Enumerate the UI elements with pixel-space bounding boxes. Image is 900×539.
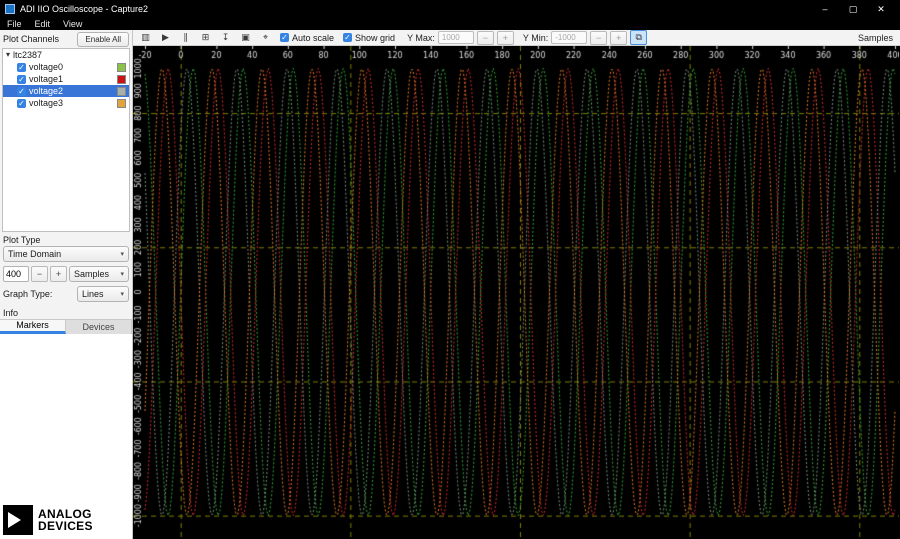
close-button[interactable]: ✕ [867, 4, 895, 15]
tab-devices[interactable]: Devices [66, 320, 132, 334]
checkbox-checked-icon[interactable]: ✓ [17, 62, 26, 72]
detach-plot-icon: ⧉ [635, 32, 642, 42]
pan-button[interactable]: ⌖ [257, 30, 274, 45]
y-min-increment-button[interactable]: + [610, 30, 628, 45]
y-max-label: Y Max: [407, 32, 435, 43]
fullscreen-button[interactable]: ▣ [237, 30, 254, 45]
menu-bar: File Edit View [0, 18, 900, 30]
info-label: Info [3, 308, 19, 318]
graph-type-label: Graph Type: [3, 289, 53, 299]
new-plot-icon: ⊞ [201, 32, 210, 42]
fullscreen-icon: ▣ [241, 32, 250, 42]
channel-row-voltage1[interactable]: ✓ voltage1 [3, 73, 129, 85]
auto-scale-label: Auto scale [292, 32, 335, 43]
app-icon [5, 4, 15, 14]
sample-count-row: − + Samples ▾ [3, 266, 129, 282]
channel-row-voltage3[interactable]: ✓ voltage3 [3, 97, 129, 109]
enable-all-button[interactable]: Enable All [77, 31, 129, 47]
samples-label: Samples [857, 32, 893, 43]
channel-label: voltage3 [29, 98, 64, 108]
plot-type-dropdown[interactable]: Time Domain ▾ [3, 246, 129, 262]
waveform-canvas[interactable] [133, 46, 899, 538]
new-plot-button[interactable]: ⊞ [197, 30, 214, 45]
y-min-label: Y Min: [522, 32, 549, 43]
channel-label: voltage1 [29, 74, 64, 84]
chevron-down-icon: ▾ [120, 291, 124, 298]
plot-type-value: Time Domain [8, 249, 62, 259]
logo-text-devices: DEVICES [38, 519, 93, 533]
channel-color-swatch-voltage2[interactable] [117, 86, 126, 96]
window-controls: – ▢ ✕ [811, 4, 895, 15]
maximize-button[interactable]: ▢ [839, 4, 867, 15]
show-grid-checkbox-group: ✓ Show grid [343, 33, 395, 43]
play-icon: ▶ [162, 32, 169, 42]
menu-view[interactable]: View [63, 19, 82, 29]
sample-count-input[interactable] [3, 266, 29, 282]
auto-scale-checkbox-group: ✓ Auto scale [280, 33, 334, 43]
title-bar: ADI IIO Oscilloscope - Capture2 – ▢ ✕ [0, 0, 900, 18]
show-grid-label: Show grid [355, 32, 396, 43]
detach-plot-button[interactable]: ⧉ [630, 30, 648, 45]
y-max-input[interactable] [437, 31, 474, 44]
adi-logo: ANALOG DEVICES [0, 501, 132, 539]
pause-button[interactable]: ∥ [177, 30, 194, 45]
plot-type-label: Plot Type [3, 235, 41, 245]
capture-button[interactable]: ▥ [137, 30, 154, 45]
checkbox-checked-icon[interactable]: ✓ [17, 98, 26, 108]
save-button[interactable]: ↧ [217, 30, 234, 45]
sample-increment-button[interactable]: + [50, 266, 67, 282]
window-title: ADI IIO Oscilloscope - Capture2 [20, 4, 149, 14]
menu-edit[interactable]: Edit [35, 19, 51, 29]
tab-markers[interactable]: Markers [0, 320, 66, 334]
info-tabs: Markers Devices [0, 319, 132, 334]
channel-color-swatch-voltage0[interactable] [117, 62, 126, 72]
graph-type-row: Graph Type: Lines ▾ [3, 286, 129, 302]
show-grid-checkbox[interactable]: ✓ [343, 33, 353, 42]
main-area: ▥ ▶ ∥ ⊞ ↧ ▣ ⌖ ✓ Auto scale ✓ Show grid Y… [133, 30, 900, 539]
adi-logo-icon [3, 505, 33, 535]
checkbox-checked-icon[interactable]: ✓ [17, 86, 26, 96]
sample-decrement-button[interactable]: − [31, 266, 48, 282]
channel-row-voltage0[interactable]: ✓ voltage0 [3, 61, 129, 73]
channel-label: voltage0 [29, 62, 64, 72]
capture-icon: ▥ [141, 32, 150, 42]
checkbox-checked-icon[interactable]: ✓ [17, 74, 26, 84]
sample-unit-dropdown[interactable]: Samples ▾ [69, 266, 129, 282]
minimize-button[interactable]: – [811, 4, 839, 15]
channel-label: voltage2 [29, 86, 64, 96]
chevron-down-icon: ▾ [120, 251, 124, 258]
y-min-input[interactable] [551, 31, 588, 44]
save-icon: ↧ [221, 32, 230, 42]
graph-type-value: Lines [82, 289, 104, 299]
plot-area[interactable] [133, 46, 900, 539]
markers-panel [0, 334, 132, 501]
device-row-ltc2387[interactable]: ▾ ltc2387 [3, 49, 129, 61]
pause-icon: ∥ [183, 32, 188, 42]
adi-logo-text: ANALOG DEVICES [38, 508, 93, 532]
play-button[interactable]: ▶ [157, 30, 174, 45]
y-max-decrement-button[interactable]: − [476, 30, 494, 45]
expander-icon[interactable]: ▾ [6, 50, 10, 60]
sidebar-header: Plot Channels Enable All [0, 30, 132, 48]
y-min-decrement-button[interactable]: − [590, 30, 608, 45]
graph-type-dropdown[interactable]: Lines ▾ [77, 286, 129, 302]
menu-file[interactable]: File [7, 19, 22, 29]
channel-color-swatch-voltage1[interactable] [117, 74, 126, 84]
chevron-down-icon: ▾ [120, 271, 124, 278]
pan-icon: ⌖ [262, 32, 269, 42]
app-window: ADI IIO Oscilloscope - Capture2 – ▢ ✕ Fi… [0, 0, 900, 539]
plot-channels-label: Plot Channels [3, 34, 60, 44]
auto-scale-checkbox[interactable]: ✓ [280, 33, 289, 42]
sidebar: Plot Channels Enable All ▾ ltc2387 ✓ vol… [0, 30, 133, 539]
device-label: ltc2387 [13, 50, 43, 60]
channel-row-voltage2[interactable]: ✓ voltage2 [3, 85, 129, 97]
channel-tree: ▾ ltc2387 ✓ voltage0 ✓ voltage1 ✓ voltag… [2, 48, 130, 232]
y-max-increment-button[interactable]: + [496, 30, 514, 45]
toolbar: ▥ ▶ ∥ ⊞ ↧ ▣ ⌖ ✓ Auto scale ✓ Show grid Y… [133, 30, 900, 46]
channel-color-swatch-voltage3[interactable] [117, 98, 126, 108]
sample-unit-value: Samples [74, 269, 110, 279]
